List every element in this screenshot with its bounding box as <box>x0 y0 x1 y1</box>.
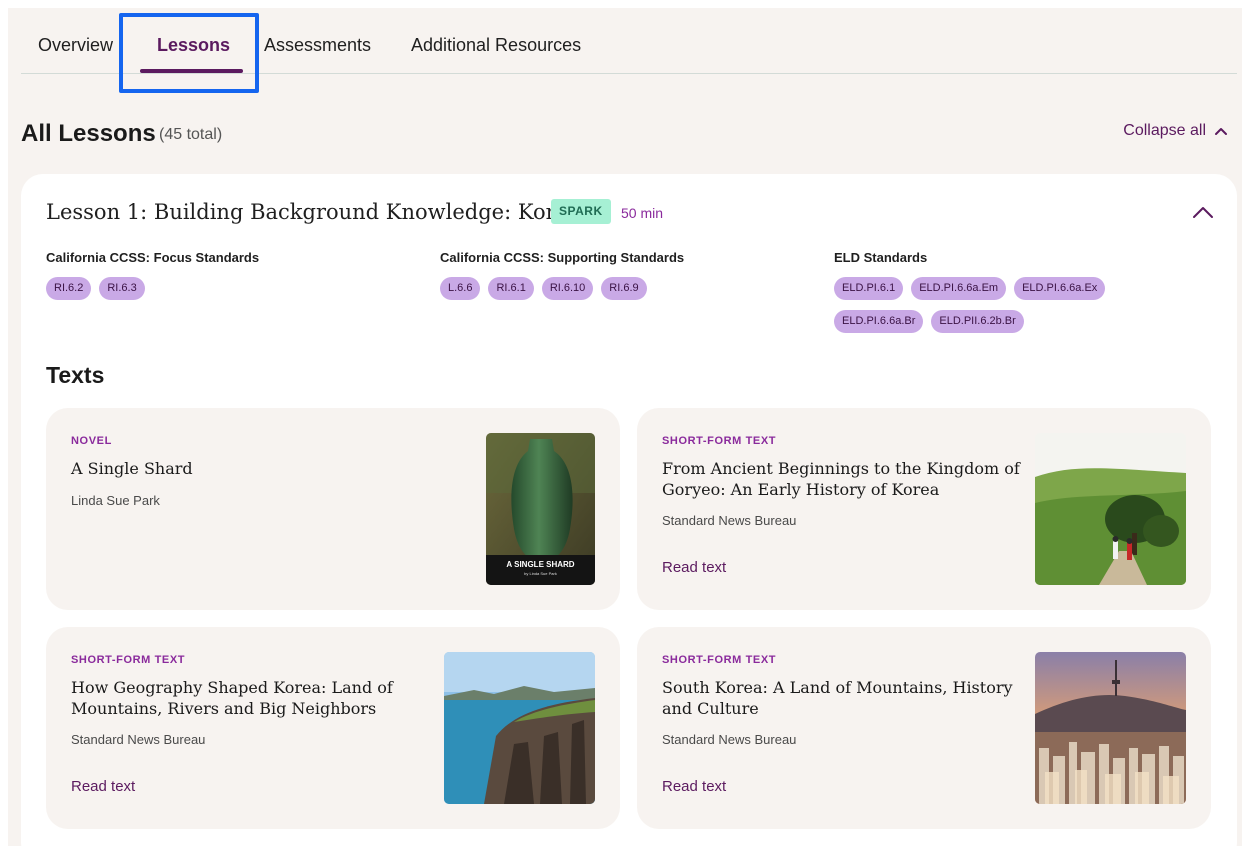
text-title-line: Goryeo: An Early History of Korea <box>662 480 940 499</box>
tab-assessments[interactable]: Assessments <box>264 35 371 56</box>
text-type-label: NOVEL <box>71 435 112 447</box>
standard-chip[interactable]: RI.6.2 <box>46 277 92 300</box>
lesson-title: Lesson 1: Building Background Knowledge:… <box>46 200 581 224</box>
text-title[interactable]: South Korea: A Land of Mountains, Histor… <box>662 677 1013 719</box>
collapse-all-label: Collapse all <box>1123 122 1206 139</box>
landscape-thumbnail[interactable] <box>1035 433 1186 585</box>
supporting-standards: California CCSS: Supporting Standards L.… <box>440 250 800 300</box>
standard-chip[interactable]: RI.6.10 <box>541 277 594 300</box>
text-title-line: How Geography Shaped Korea: Land of <box>71 678 393 697</box>
collapse-all-button[interactable]: Collapse all <box>1123 122 1228 140</box>
standard-chip[interactable]: RI.6.9 <box>601 277 647 300</box>
eld-standards-heading: ELD Standards <box>834 250 928 265</box>
supporting-standards-heading: California CCSS: Supporting Standards <box>440 250 685 265</box>
text-title-line: Mountains, Rivers and Big Neighbors <box>71 699 377 718</box>
standard-chip[interactable]: ELD.PI.6.6a.Br <box>834 310 924 333</box>
page-title: All Lessons <box>21 120 156 147</box>
text-title-line: South Korea: A Land of Mountains, Histor… <box>662 678 1013 697</box>
focus-standards: California CCSS: Focus Standards RI.6.2 … <box>46 250 406 300</box>
book-cover-image[interactable]: A SINGLE SHARD by Linda Sue Park <box>486 433 595 585</box>
book-cover-title: A SINGLE SHARD <box>506 560 574 569</box>
text-type-label: SHORT-FORM TEXT <box>662 654 777 666</box>
standard-chip[interactable]: ELD.PI.6.1 <box>834 277 904 300</box>
text-title-line: A Single Shard <box>71 459 193 478</box>
city-skyline-thumbnail[interactable] <box>1035 652 1186 804</box>
text-author: Standard News Bureau <box>662 513 797 528</box>
read-text-link[interactable]: Read text <box>662 559 726 576</box>
text-title[interactable]: How Geography Shaped Korea: Land of Moun… <box>71 677 393 719</box>
chevron-up-icon <box>1215 128 1227 135</box>
text-author: Linda Sue Park <box>71 493 160 508</box>
read-text-link[interactable]: Read text <box>71 778 135 795</box>
text-title[interactable]: A Single Shard <box>71 458 193 479</box>
standard-chip[interactable]: RI.6.1 <box>488 277 534 300</box>
text-author: Standard News Bureau <box>662 732 797 747</box>
tab-additional-resources[interactable]: Additional Resources <box>411 35 581 56</box>
lesson-collapse-chevron-icon[interactable] <box>1191 202 1215 222</box>
spark-badge: SPARK <box>551 199 611 224</box>
text-title-line: From Ancient Beginnings to the Kingdom o… <box>662 459 1020 478</box>
text-title-line: and Culture <box>662 699 759 718</box>
standard-chip[interactable]: ELD.PI.6.6a.Em <box>911 277 1007 300</box>
focus-standards-heading: California CCSS: Focus Standards <box>46 250 260 265</box>
lessons-page: Overview Lessons Assessments Additional … <box>8 8 1242 846</box>
active-tab-indicator <box>140 69 243 73</box>
text-card-south-korea[interactable]: SHORT-FORM TEXT South Korea: A Land of M… <box>637 627 1211 829</box>
standard-chip[interactable]: L.6.6 <box>440 277 481 300</box>
text-card-geography[interactable]: SHORT-FORM TEXT How Geography Shaped Kor… <box>46 627 620 829</box>
tab-lessons[interactable]: Lessons <box>157 35 230 56</box>
standard-chip[interactable]: ELD.PII.6.2b.Br <box>931 310 1024 333</box>
tab-overview[interactable]: Overview <box>38 35 113 56</box>
text-type-label: SHORT-FORM TEXT <box>662 435 777 447</box>
lesson-card: Lesson 1: Building Background Knowledge:… <box>21 174 1237 846</box>
text-card-novel[interactable]: NOVEL A Single Shard Linda Sue Park A SI… <box>46 408 620 610</box>
tab-bar: Overview Lessons Assessments Additional … <box>21 8 1237 74</box>
book-cover-author: by Linda Sue Park <box>524 571 557 576</box>
text-author: Standard News Bureau <box>71 732 206 747</box>
text-title[interactable]: From Ancient Beginnings to the Kingdom o… <box>662 458 1020 500</box>
lesson-total-count: (45 total) <box>159 126 223 143</box>
read-text-link[interactable]: Read text <box>662 778 726 795</box>
coastline-thumbnail[interactable] <box>444 652 595 804</box>
texts-heading: Texts <box>46 362 105 388</box>
standard-chip[interactable]: RI.6.3 <box>99 277 145 300</box>
eld-standards: ELD Standards ELD.PI.6.1 ELD.PI.6.6a.Em … <box>834 250 1144 333</box>
lesson-duration: 50 min <box>621 205 664 221</box>
standard-chip[interactable]: ELD.PI.6.6a.Ex <box>1014 277 1106 300</box>
text-card-early-history[interactable]: SHORT-FORM TEXT From Ancient Beginnings … <box>637 408 1211 610</box>
text-type-label: SHORT-FORM TEXT <box>71 654 186 666</box>
